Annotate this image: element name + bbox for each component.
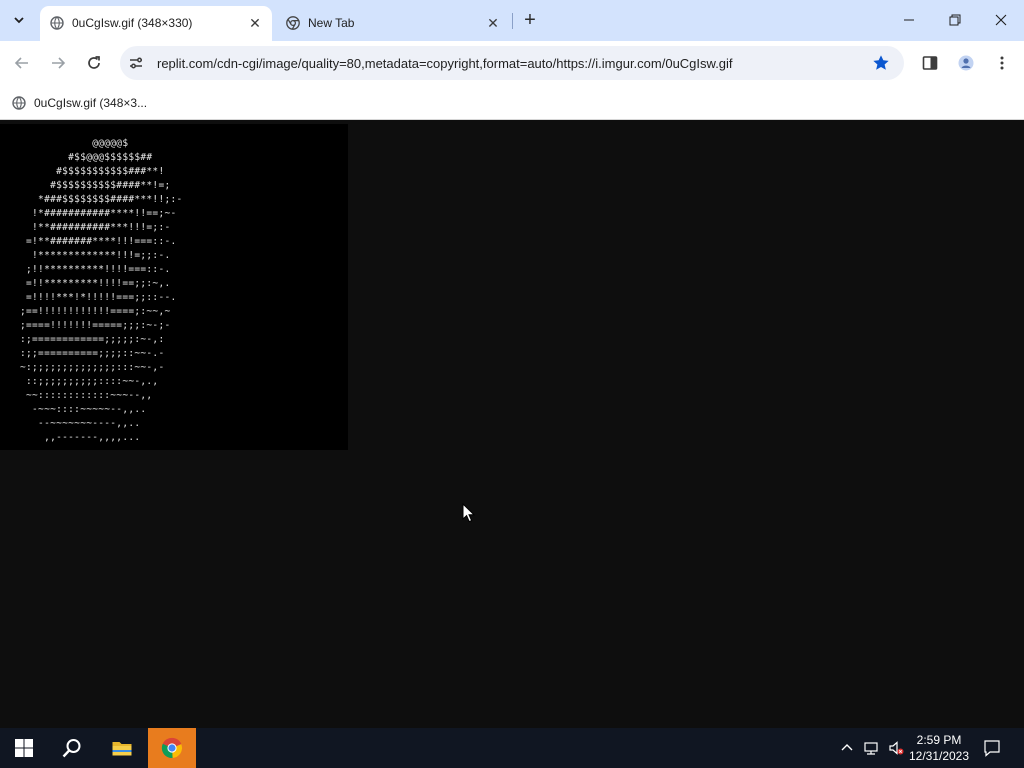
url-text: replit.com/cdn-cgi/image/quality=80,meta… xyxy=(157,56,733,71)
search-button[interactable] xyxy=(48,728,96,768)
kebab-menu-icon xyxy=(1000,56,1004,70)
ascii-art: @@@@@$ #$$@@@$$$$$$## #$$$$$$$$$$$###**!… xyxy=(20,138,183,443)
start-button[interactable] xyxy=(0,728,48,768)
system-clock[interactable]: 2:59 PM 12/31/2023 xyxy=(906,732,972,764)
tab-close-icon[interactable]: ✕ xyxy=(486,15,500,31)
tab-search-button[interactable] xyxy=(6,7,32,33)
search-icon xyxy=(62,739,81,758)
minimize-button[interactable] xyxy=(886,0,932,40)
close-window-button[interactable] xyxy=(978,0,1024,40)
forward-button[interactable] xyxy=(44,49,72,77)
clock-time: 2:59 PM xyxy=(916,733,962,747)
clock-date: 12/31/2023 xyxy=(908,749,970,763)
tab-close-icon[interactable]: ✕ xyxy=(248,15,262,31)
mouse-cursor-icon xyxy=(462,503,476,523)
side-panel-icon xyxy=(922,56,938,70)
tab-title: New Tab xyxy=(308,16,355,30)
tab-separator xyxy=(512,13,513,29)
menu-button[interactable] xyxy=(988,49,1016,77)
show-hidden-icons-button[interactable] xyxy=(838,728,856,768)
minimize-icon xyxy=(904,19,914,21)
network-button[interactable] xyxy=(862,728,880,768)
back-button[interactable] xyxy=(8,49,36,77)
arrow-left-icon xyxy=(14,57,28,69)
arrow-right-icon xyxy=(52,57,66,69)
restore-icon xyxy=(949,14,961,26)
bookmarks-bar: 0uCgIsw.gif (348×3... xyxy=(0,86,1024,120)
bookmark-star-icon[interactable] xyxy=(872,54,890,72)
chrome-icon xyxy=(161,737,183,759)
site-settings-icon[interactable] xyxy=(128,55,144,71)
network-icon xyxy=(864,742,878,755)
volume-button[interactable] xyxy=(886,728,906,768)
side-panel-button[interactable] xyxy=(916,49,944,77)
bookmark-item[interactable]: 0uCgIsw.gif (348×3... xyxy=(12,93,147,113)
volume-muted-icon xyxy=(889,741,904,755)
bookmark-label: 0uCgIsw.gif (348×3... xyxy=(34,96,148,110)
restore-button[interactable] xyxy=(932,0,978,40)
chrome-icon xyxy=(286,16,300,30)
tab-new-tab[interactable]: New Tab ✕ xyxy=(276,6,510,41)
globe-icon xyxy=(12,96,26,110)
new-tab-button[interactable]: + xyxy=(520,10,540,30)
chevron-up-icon xyxy=(841,744,853,751)
file-explorer-button[interactable] xyxy=(98,728,146,768)
tab-strip: 0uCgIsw.gif (348×330) ✕ New Tab ✕ + xyxy=(0,0,1024,41)
tab-gif[interactable]: 0uCgIsw.gif (348×330) ✕ xyxy=(40,6,272,41)
chrome-taskbar-button[interactable] xyxy=(148,728,196,768)
notifications-button[interactable] xyxy=(980,736,1004,760)
profile-button[interactable] xyxy=(952,49,980,77)
windows-logo-icon xyxy=(15,739,33,757)
globe-icon xyxy=(50,16,64,30)
page-viewport: @@@@@$ #$$@@@$$$$$$## #$$$$$$$$$$$###**!… xyxy=(0,121,1024,728)
reload-icon xyxy=(88,56,100,69)
taskbar: 2:59 PM 12/31/2023 xyxy=(0,728,1024,768)
notification-icon xyxy=(984,740,1000,757)
tab-title: 0uCgIsw.gif (348×330) xyxy=(72,16,193,30)
close-icon xyxy=(995,14,1007,26)
chevron-down-icon xyxy=(14,17,24,24)
avatar-icon xyxy=(958,55,974,71)
folder-icon xyxy=(112,742,132,756)
browser-toolbar: replit.com/cdn-cgi/image/quality=80,meta… xyxy=(0,41,1024,86)
address-bar[interactable]: replit.com/cdn-cgi/image/quality=80,meta… xyxy=(120,46,904,80)
gif-image[interactable]: @@@@@$ #$$@@@$$$$$$## #$$$$$$$$$$$###**!… xyxy=(0,124,348,450)
reload-button[interactable] xyxy=(80,49,108,77)
